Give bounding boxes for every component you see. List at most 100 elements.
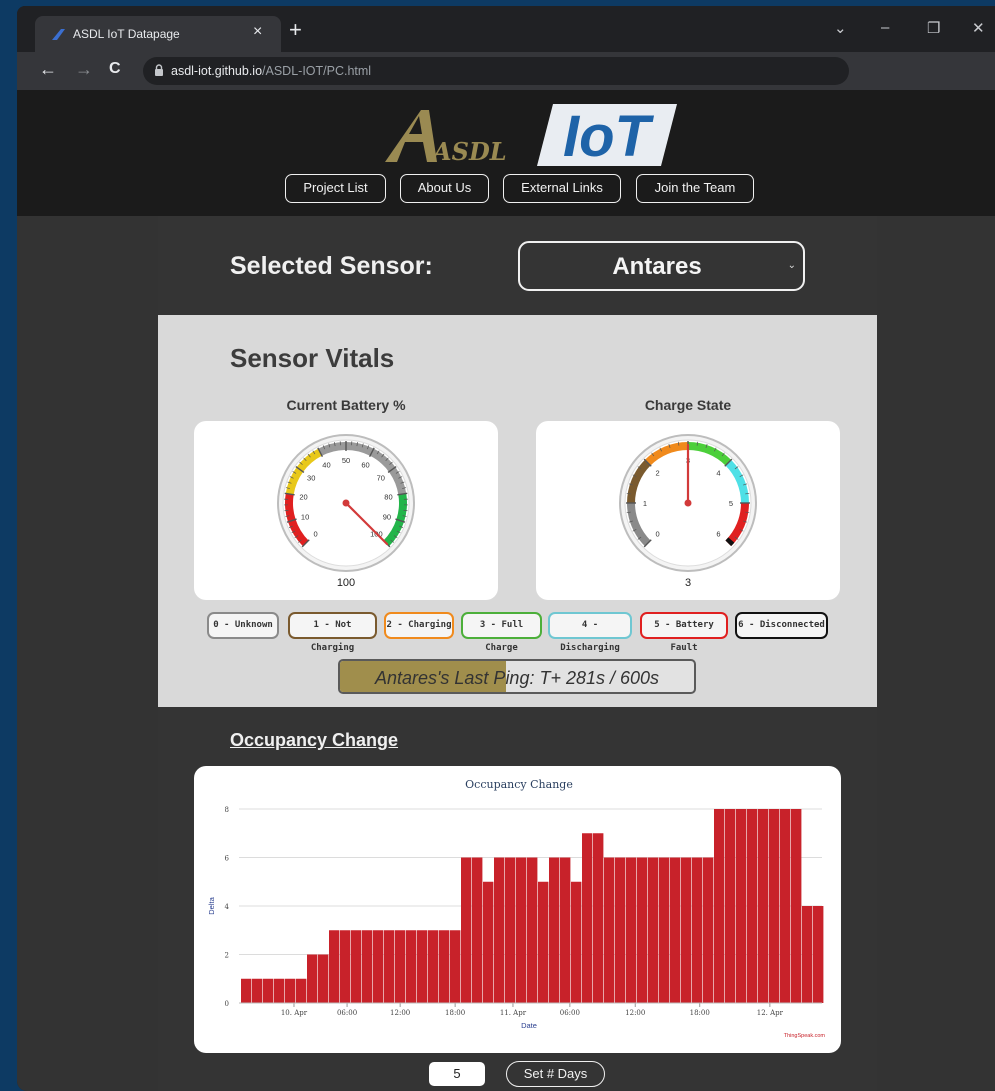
chart-bar xyxy=(450,930,461,1003)
about-us-button[interactable]: About Us xyxy=(400,174,489,203)
address-bar[interactable]: asdl-iot.github.io/ASDL-IOT/PC.html xyxy=(143,57,849,85)
chart-bar xyxy=(318,954,329,1003)
reload-icon[interactable]: C xyxy=(109,60,121,78)
chart-bar xyxy=(296,978,307,1003)
forward-icon[interactable]: → xyxy=(75,59,93,80)
legend-item-charging: 2 - Charging xyxy=(384,612,454,639)
chart-bar xyxy=(703,857,714,1003)
chart-bar xyxy=(428,930,439,1003)
window-close-icon[interactable]: ✕ xyxy=(972,19,985,37)
chart-y-axis-label: Delta xyxy=(207,896,216,914)
gauge-band xyxy=(725,537,735,547)
chart-bar xyxy=(813,906,824,1003)
chart-y-tick-label: 6 xyxy=(225,855,230,863)
tab-close-icon[interactable]: × xyxy=(253,23,262,41)
chart-bar xyxy=(659,857,670,1003)
chart-y-tick-label: 4 xyxy=(225,903,230,911)
site-nav: Project List About Us External Links Joi… xyxy=(17,174,995,210)
new-tab-button[interactable]: + xyxy=(289,19,302,41)
last-ping-text: Antares's Last Ping: T+ 281s / 600s xyxy=(374,668,660,688)
chart-credit: ThingSpeak.com xyxy=(784,1033,826,1039)
sensor-select-value: Antares xyxy=(612,253,702,280)
url-path: /ASDL-IOT/PC.html xyxy=(262,64,372,78)
chart-bar xyxy=(549,857,560,1003)
logo-text-asdl: ASDL xyxy=(431,137,507,166)
last-ping-bar: Antares's Last Ping: T+ 281s / 600s xyxy=(338,659,696,694)
external-links-button[interactable]: External Links xyxy=(503,174,621,203)
chart-bar xyxy=(780,809,791,1003)
web-page: ASDL IoT Project List About Us External … xyxy=(17,90,995,1091)
chart-bar xyxy=(637,857,648,1003)
tab-search-icon[interactable]: ⌄ xyxy=(834,19,847,37)
chart-bar xyxy=(538,881,549,1003)
chart-bar xyxy=(329,930,340,1003)
chart-bar xyxy=(758,809,769,1003)
gauge-tick-label: 1 xyxy=(643,499,647,508)
chart-bar xyxy=(615,857,626,1003)
battery-gauge-value: 100 xyxy=(336,577,356,589)
tab-strip: ASDL IoT Datapage × + ⌄ – ❐ ✕ xyxy=(17,6,995,52)
set-days-button[interactable]: Set # Days xyxy=(506,1061,605,1087)
chart-x-tick-label: 18:00 xyxy=(445,1009,465,1017)
chart-bar xyxy=(725,809,736,1003)
chart-bar xyxy=(516,857,527,1003)
gauge-tick-label: 20 xyxy=(299,492,307,501)
gauge-tick-label: 40 xyxy=(322,461,330,470)
chart-bar xyxy=(571,881,582,1003)
chart-bar xyxy=(417,930,428,1003)
chart-bar xyxy=(373,930,384,1003)
chart-bar xyxy=(747,809,758,1003)
browser-tab[interactable]: ASDL IoT Datapage × xyxy=(35,16,281,52)
chart-bar xyxy=(714,809,725,1003)
asdl-iot-logo[interactable]: ASDL IoT xyxy=(377,100,677,168)
chart-bar xyxy=(560,857,571,1003)
chart-y-tick-label: 2 xyxy=(225,952,229,960)
charge-gauge-label: Charge State xyxy=(644,397,732,413)
chart-bar xyxy=(307,954,318,1003)
chart-x-tick-label: 12:00 xyxy=(625,1009,645,1017)
chart-bar xyxy=(692,857,703,1003)
chevron-down-icon: ⌄ xyxy=(787,260,796,271)
chart-bar xyxy=(241,978,252,1003)
sensor-vitals-title: Sensor Vitals xyxy=(230,343,395,373)
back-icon[interactable]: ← xyxy=(39,59,57,80)
project-list-button[interactable]: Project List xyxy=(285,174,386,203)
chart-bar xyxy=(494,857,505,1003)
gauge-tick-label: 50 xyxy=(342,456,350,465)
site-header: ASDL IoT Project List About Us External … xyxy=(17,90,995,216)
chart-x-tick-label: 06:00 xyxy=(560,1009,580,1017)
chart-bar xyxy=(736,809,747,1003)
selected-sensor-label: Selected Sensor: xyxy=(230,252,433,280)
occupancy-chart-card: Occupancy Change 0 2 4 6 8 10. Apr 06:00 12:00 18… xyxy=(194,766,841,1053)
chart-bar xyxy=(395,930,406,1003)
chart-bar xyxy=(593,833,604,1003)
occupancy-change-title: Occupancy Change xyxy=(230,730,399,750)
days-input[interactable]: 5 xyxy=(429,1062,485,1086)
minimize-icon[interactable]: – xyxy=(881,19,889,36)
chart-x-tick-label: 10. Apr xyxy=(281,1009,308,1017)
chart-bar xyxy=(769,809,780,1003)
logo-text-iot: IoT xyxy=(563,104,655,168)
gauge-tick-label: 60 xyxy=(361,461,369,470)
browser-toolbar: ← → C asdl-iot.github.io/ASDL-IOT/PC.htm… xyxy=(17,52,995,90)
url-host: asdl-iot.github.io xyxy=(171,64,263,78)
chart-bar xyxy=(791,809,802,1003)
sensor-select[interactable]: Antares ⌄ xyxy=(518,241,805,291)
browser-window: ASDL IoT Datapage × + ⌄ – ❐ ✕ ← → C asdl… xyxy=(17,6,995,1091)
chart-bar xyxy=(351,930,362,1003)
chart-bar xyxy=(406,930,417,1003)
favicon-icon xyxy=(52,29,65,40)
join-the-team-button[interactable]: Join the Team xyxy=(636,174,754,203)
gauge-tick-label: 5 xyxy=(729,499,733,508)
occupancy-chart: Occupancy Change 0 2 4 6 8 10. Apr 06:00 12:00 18… xyxy=(207,778,826,1039)
gauge-tick xyxy=(403,509,408,512)
battery-gauge: 0102030405060708090100 xyxy=(277,434,415,572)
charge-gauge: 0123456 xyxy=(619,434,757,572)
restore-icon[interactable]: ❐ xyxy=(927,19,940,37)
chart-bar xyxy=(483,881,494,1003)
tab-title: ASDL IoT Datapage xyxy=(73,27,180,41)
legend-item-not-charging: 1 - Not Charging xyxy=(288,612,377,653)
chart-bar xyxy=(252,978,263,1003)
chart-bar xyxy=(670,857,681,1003)
chart-bar xyxy=(582,833,593,1003)
